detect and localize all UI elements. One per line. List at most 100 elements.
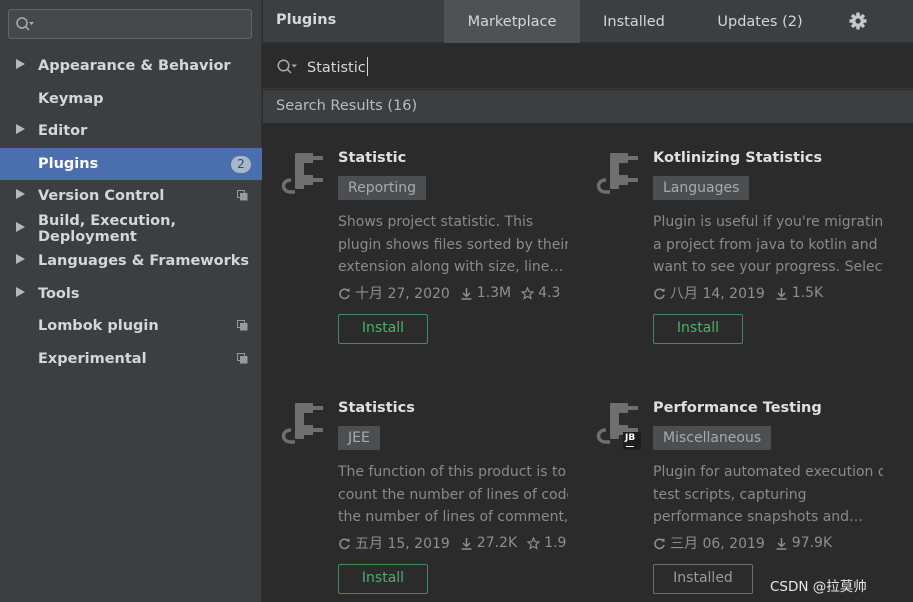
install-button[interactable]: Install	[338, 564, 428, 594]
description-line: a project from java to kotlin and	[653, 236, 878, 253]
expand-arrow-icon[interactable]	[16, 124, 25, 134]
nav-item-label: Keymap	[38, 90, 104, 107]
plugin-updated-date: 五月 15, 2019	[355, 536, 450, 552]
nav-item-version-control[interactable]: Version Control	[0, 180, 262, 213]
download-icon	[776, 287, 787, 300]
plugin-downloads: 97.9K	[791, 535, 833, 551]
nav-item-appearance-behavior[interactable]: Appearance & Behavior	[0, 50, 262, 83]
refresh-icon	[654, 287, 665, 299]
plugin-description: Plugin for automated execution of test s…	[653, 461, 883, 529]
plugin-rating: 1.9	[544, 535, 567, 551]
plugin-description: Shows project statistic. This plugin sho…	[338, 211, 568, 279]
description-line: the number of lines of comment,…	[338, 509, 568, 525]
plugin-name[interactable]: Statistic	[338, 150, 406, 166]
nav-item-label: Plugins	[38, 155, 99, 172]
plugin-downloads: 1.5K	[791, 285, 824, 301]
nav-item-plugins[interactable]: Plugins 2	[0, 147, 262, 180]
download-icon	[461, 537, 472, 550]
expand-arrow-icon[interactable]	[16, 254, 25, 264]
description-line: Plugin is useful if you're migrating	[653, 214, 883, 230]
tab-label: Marketplace	[467, 13, 557, 30]
nav-item-label: Languages & Frameworks	[38, 253, 250, 270]
nav-item-label: Editor	[38, 123, 88, 140]
nav-item-tools[interactable]: Tools	[0, 278, 262, 311]
plugin-meta: 十月 27, 2020 1.3M 4.3	[338, 283, 570, 303]
plugin-rating: 4.3	[538, 285, 561, 301]
plugin-downloads: 27.2K	[476, 535, 518, 551]
plugin-name[interactable]: Performance Testing	[653, 400, 822, 416]
plugin-category-tag[interactable]: JEE	[338, 426, 380, 450]
description-line: Shows project statistic. This	[338, 214, 534, 230]
plugin-name[interactable]: Statistics	[338, 400, 415, 416]
plugin-category-tag[interactable]: Miscellaneous	[653, 426, 772, 450]
plugin-search-input[interactable]: Statistic	[307, 57, 368, 76]
description-line: count the number of lines of code,	[338, 486, 568, 503]
nav-item-label: Tools	[38, 285, 80, 302]
description-line: The function of this product is to	[338, 464, 567, 480]
nav-item-build-execution-deployment[interactable]: Build, Execution, Deployment	[0, 213, 262, 246]
plugin-name[interactable]: Kotlinizing Statistics	[653, 150, 822, 166]
plugin-category-tag[interactable]: Reporting	[338, 176, 427, 200]
project-settings-icon	[237, 352, 248, 363]
nav-item-lombok-plugin[interactable]: Lombok plugin	[0, 310, 262, 343]
page-title: Plugins	[276, 12, 337, 28]
plugin-card-statistic[interactable]: Statistic Reporting Shows project statis…	[277, 150, 577, 370]
plugin-updated-date: 三月 06, 2019	[670, 536, 765, 552]
nav-item-keymap[interactable]: Keymap	[0, 83, 262, 116]
search-value: Statistic	[307, 60, 366, 76]
plugins-header: Plugins Marketplace Installed Updates (2…	[263, 0, 913, 43]
watermark: CSDN @拉莫帅	[770, 579, 867, 595]
search-results-header: Search Results (16)	[263, 90, 913, 123]
installed-button[interactable]: Installed	[653, 564, 753, 594]
plugin-plug-icon	[281, 153, 323, 194]
refresh-icon	[654, 537, 665, 549]
expand-arrow-icon[interactable]	[16, 221, 25, 232]
gear-icon[interactable]	[848, 11, 868, 31]
plugin-plug-icon	[596, 153, 638, 194]
tab-label: Updates (2)	[717, 13, 803, 30]
plugin-plug-icon	[281, 403, 323, 444]
plugin-updated-date: 十月 27, 2020	[355, 286, 450, 302]
description-line: extension along with size, line…	[338, 259, 564, 275]
tab-marketplace[interactable]: Marketplace	[444, 0, 580, 43]
nav-item-languages-frameworks[interactable]: Languages & Frameworks	[0, 245, 262, 278]
plugin-meta: 五月 15, 2019 27.2K 1.9	[338, 533, 576, 553]
nav-item-experimental[interactable]: Experimental	[0, 343, 262, 376]
plugin-card-kotlinizing-statistics[interactable]: Kotlinizing Statistics Languages Plugin …	[592, 150, 892, 370]
install-button[interactable]: Install	[653, 314, 743, 344]
settings-search-input[interactable]	[8, 9, 252, 39]
text-caret	[366, 57, 368, 76]
plugin-card-performance-testing[interactable]: JB Performance Testing Miscellaneous Plu…	[592, 400, 892, 602]
expand-arrow-icon[interactable]	[16, 286, 25, 297]
search-icon	[277, 59, 297, 74]
tab-installed[interactable]: Installed	[580, 0, 688, 43]
install-button[interactable]: Install	[338, 314, 428, 344]
plugin-search-bar[interactable]: Statistic	[263, 44, 913, 89]
nav-item-label: Build, Execution, Deployment	[38, 212, 176, 245]
expand-arrow-icon[interactable]	[16, 189, 25, 199]
tab-updates[interactable]: Updates (2)	[688, 0, 832, 43]
description-line: want to see your progress. Select…	[653, 259, 883, 275]
plugin-meta: 三月 06, 2019 97.9K	[653, 533, 842, 553]
plugin-description: The function of this product is to count…	[338, 461, 568, 529]
plugin-category-tag[interactable]: Languages	[653, 176, 750, 200]
plugin-meta: 八月 14, 2019 1.5K	[653, 283, 833, 303]
expand-arrow-icon[interactable]	[16, 59, 25, 69]
search-icon	[16, 17, 34, 31]
plugin-card-statistics[interactable]: Statistics JEE The function of this prod…	[277, 400, 577, 602]
settings-sidebar: Appearance & Behavior Keymap Editor Plug…	[0, 0, 262, 602]
description-line: plugin shows files sorted by their	[338, 236, 568, 253]
star-icon	[521, 286, 535, 300]
jetbrains-vendor-icon: JB	[623, 432, 641, 450]
description-line: test scripts, capturing	[653, 486, 807, 503]
refresh-icon	[339, 537, 350, 549]
download-icon	[776, 537, 787, 550]
nav-item-editor[interactable]: Editor	[0, 115, 262, 148]
nav-item-label: Appearance & Behavior	[38, 58, 231, 75]
plugin-description: Plugin is useful if you're migrating a p…	[653, 211, 883, 279]
plugin-downloads: 1.3M	[476, 285, 512, 301]
updates-count-badge: 2	[231, 155, 251, 173]
nav-item-label: Lombok plugin	[38, 318, 159, 335]
tab-label: Installed	[603, 13, 665, 30]
settings-nav: Appearance & Behavior Keymap Editor Plug…	[0, 50, 262, 375]
